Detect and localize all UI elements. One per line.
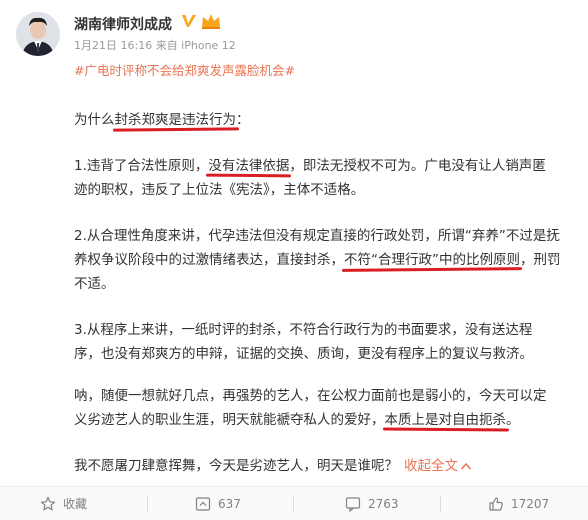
toolbar-divider [440,496,441,512]
post-meta: 1月21日 16:16 来自 iPhone 12 [74,39,236,52]
toolbar-divider [147,496,148,512]
text-fragment: 。 [506,412,520,428]
repost-button[interactable]: 637 [195,487,241,520]
avatar[interactable] [16,12,60,56]
repost-count: 637 [218,496,241,511]
comment-button[interactable]: 2763 [345,487,399,520]
comment-icon [345,496,361,512]
text-line: 2.从合理性角度来讲，代孕违法但没有规定直接的行政处罚，所谓“弃养”不过是抚 [74,228,560,244]
text-fragment: ，即法无授权不可为。广电没有让人销声匿 [289,158,546,174]
paragraph-4: 呐，随便一想就好几点，再强势的艺人，在公权力面前也是弱小的，今天可以定 义劣迹艺… [74,384,574,432]
favorite-button[interactable]: 收藏 [40,487,87,520]
text-line: 3.从程序上来讲，一纸时评的封杀，不符合行政行为的书面要求，没有送达程 [74,322,533,338]
text-fragment: ，刑罚 [520,252,561,268]
text-fragment: 养权争议阶段中的过激情绪表达，直接封杀， [74,252,344,268]
paragraph-5: 我不愿屠刀肆意挥舞，今天是劣迹艺人，明天是谁呢？ 收起全文 [74,454,574,478]
like-button[interactable]: 17207 [488,487,549,520]
toolbar-divider [293,496,294,512]
repost-icon [195,496,211,511]
text-line: 不适。 [74,276,115,292]
like-icon [489,496,503,511]
text-line: 迹的职权，违反了上位法《宪法》，主体不适格。 [74,182,365,198]
text-fragment: 1.违背了合法性原则， [74,158,209,174]
text-fragment: ： [236,112,250,128]
paragraph-1: 1.违背了合法性原则，没有法律依据，即法无授权不可为。广电没有让人销声匿 迹的职… [74,154,574,202]
text-line: 呐，随便一想就好几点，再强势的艺人，在公权力面前也是弱小的，今天可以定 [74,388,547,404]
text-fragment: 为什么 [74,112,115,128]
text-fragment: 义劣迹艺人的职业生涯，明天就能褫夺私人的爱好， [74,412,385,428]
paragraph-3: 3.从程序上来讲，一纸时评的封杀，不符合行政行为的书面要求，没有送达程 序，也没… [74,318,574,366]
collapse-link[interactable]: 收起全文 [404,458,472,474]
action-toolbar: 收藏 637 2763 17207 [0,486,588,520]
underlined-text: 没有法律依据 [208,158,290,174]
chevron-up-icon [460,462,472,470]
star-icon [40,496,56,510]
underlined-text: 不符“合理行政”中的比例原则 [344,252,520,268]
underlined-text: 封杀郑爽是违法行为 [114,112,237,128]
verified-v-icon [182,15,196,27]
like-count: 17207 [511,496,550,511]
text-line: 序，也没有郑爽方的申辩，证据的交换、质询，更没有程序上的复议与救济。 [74,346,533,362]
paragraph-2: 2.从合理性角度来讲，代孕违法但没有规定直接的行政处罚，所谓“弃养”不过是抚 养… [74,224,574,296]
member-crown-icon [202,14,220,29]
underlined-text: 本质上是对自由扼杀 [384,412,507,428]
comment-count: 2763 [368,496,399,511]
paragraph-0: 为什么封杀郑爽是违法行为： [74,108,574,132]
favorite-label: 收藏 [63,497,88,511]
collapse-label: 收起全文 [404,458,458,474]
text-fragment: 我不愿屠刀肆意挥舞，今天是劣迹艺人，明天是谁呢？ [74,458,398,474]
author-name[interactable]: 湖南律师刘成成 [74,14,172,34]
topic-link[interactable]: #广电时评称不会给郑爽发声露脸机会# [74,60,295,79]
